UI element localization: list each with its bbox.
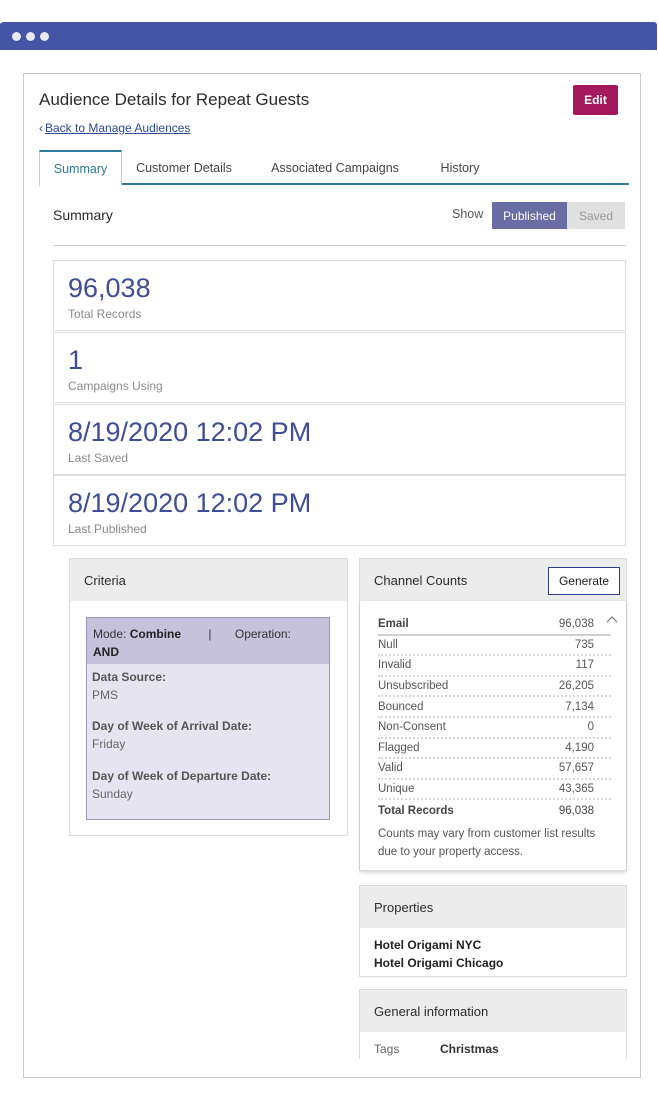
saved-toggle-button[interactable]: Saved [567,202,625,229]
count-label: Null [378,638,398,651]
stat-card-last-published: 8/19/2020 12:02 PM Last Published [53,475,626,546]
show-label: Show [452,207,484,221]
stat-label: Last Saved [68,451,129,465]
window-dot-icon [26,32,35,41]
criteria-field-value: Friday [92,737,126,751]
count-row: Invalid 117 [378,656,611,677]
stat-label: Campaigns Using [68,379,163,393]
count-value: 43,365 [558,783,594,796]
window-dot-icon [12,32,21,41]
criteria-field-data-source: Data Source: PMS [92,670,166,702]
count-value: 4,190 [565,741,594,754]
count-value: 57,657 [558,762,594,775]
stat-value: 8/19/2020 12:02 PM [68,417,312,447]
count-row: Flagged 4,190 [378,739,611,760]
back-link-label: Back to Manage Audiences [45,121,191,135]
count-row: Non-Consent 0 [378,718,611,739]
back-to-manage-audiences-link[interactable]: ‹ Back to Manage Audiences [39,121,190,135]
criteria-field-departure-day: Day of Week of Departure Date: Sunday [92,769,271,801]
count-label: Valid [378,762,403,775]
criteria-group: Mode: Combine | Operation: AND Data Sour… [86,617,330,820]
count-label: Invalid [378,659,412,672]
criteria-panel: Criteria Mode: Combine | Operation: AND … [69,558,348,836]
tags-row: Tags Christmas [360,1032,626,1056]
operation-label: Operation: [234,627,291,641]
channel-label: Email [378,618,409,631]
criteria-field-value: Sunday [92,787,133,801]
divider [53,245,626,246]
channel-counts-body: Email 96,038 Null 735 Invalid 117 Unsubscr… [360,601,626,871]
channel-row-email: Email 96,038 [378,615,611,636]
properties-list: Hotel Origami NYC Hotel Origami Chicago [360,928,626,972]
general-information-heading: General information [360,990,626,1032]
count-label: Flagged [378,741,420,754]
tab-customer-details[interactable]: Customer Details [129,150,239,185]
window-title-bar [0,22,657,50]
total-records-row: Total Records 96,038 [378,800,611,821]
stat-value: 8/19/2020 12:02 PM [68,488,312,518]
stat-value: 96,038 [68,273,151,303]
channel-counts-panel: Channel Counts Generate Email 96,038 Nul… [359,558,627,871]
stat-value: 1 [68,345,84,375]
criteria-heading: Criteria [70,559,347,601]
stat-card-campaigns-using: 1 Campaigns Using [53,332,626,403]
stat-label: Total Records [68,307,142,321]
count-row: Valid 57,657 [378,759,611,780]
count-row: Unique 43,365 [378,780,611,801]
count-row: Bounced 7,134 [378,697,611,718]
tab-bar: Summary Customer Details Associated Camp… [39,150,629,187]
criteria-field-value: PMS [92,688,119,702]
properties-heading: Properties [360,886,626,928]
total-label: Total Records [378,804,454,817]
count-label: Bounced [378,700,424,713]
summary-heading: Summary [53,207,113,223]
page-title: Audience Details for Repeat Guests [39,90,310,109]
generate-button[interactable]: Generate [548,567,620,595]
count-label: Unique [378,783,415,796]
general-information-panel: General information Tags Christmas [359,989,627,1059]
tab-history[interactable]: History [429,150,491,185]
property-item: Hotel Origami Chicago [374,956,504,970]
tab-summary[interactable]: Summary [39,150,122,187]
count-value: 7,134 [565,700,594,713]
audience-details-page: Audience Details for Repeat Guests ‹ Back… [23,73,641,1078]
criteria-field-key: Day of Week of Arrival Date: [92,719,253,733]
chevron-left-icon: ‹ [39,121,43,135]
criteria-field-key: Day of Week of Departure Date: [92,769,272,783]
count-value: 735 [574,638,594,651]
channel-counts-table: Email 96,038 Null 735 Invalid 117 Unsubscr… [378,615,611,821]
channel-value: 96,038 [558,618,594,631]
criteria-group-header: Mode: Combine | Operation: AND [87,618,329,664]
count-value: 117 [575,659,594,672]
window-dot-icon [40,32,49,41]
total-value: 96,038 [558,804,594,817]
stat-label: Last Published [68,522,147,536]
published-toggle-button[interactable]: Published [492,202,567,229]
counts-note: Counts may vary from customer list resul… [378,828,596,858]
stat-card-last-saved: 8/19/2020 12:02 PM Last Saved [53,404,626,475]
mode-label: Mode: [93,627,127,641]
count-value: 26,205 [558,680,594,693]
edit-button[interactable]: Edit [573,85,618,115]
tags-label: Tags [374,1042,400,1056]
mode-value: Combine [129,627,182,641]
count-label: Unsubscribed [378,680,449,693]
tags-value: Christmas [440,1042,499,1056]
properties-panel: Properties Hotel Origami NYC Hotel Origa… [359,885,627,977]
criteria-field-arrival-day: Day of Week of Arrival Date: Friday [92,719,252,751]
count-label: Non-Consent [378,721,446,734]
operation-value: AND [93,645,119,659]
count-value: 0 [587,721,594,734]
stat-card-total-records: 96,038 Total Records [53,260,626,331]
criteria-field-key: Data Source: [92,670,167,684]
count-row: Null 735 [378,636,611,657]
property-item: Hotel Origami NYC [374,938,482,952]
count-row: Unsubscribed 26,205 [378,677,611,698]
tab-associated-campaigns[interactable]: Associated Campaigns [265,150,405,185]
separator: | [208,627,212,641]
